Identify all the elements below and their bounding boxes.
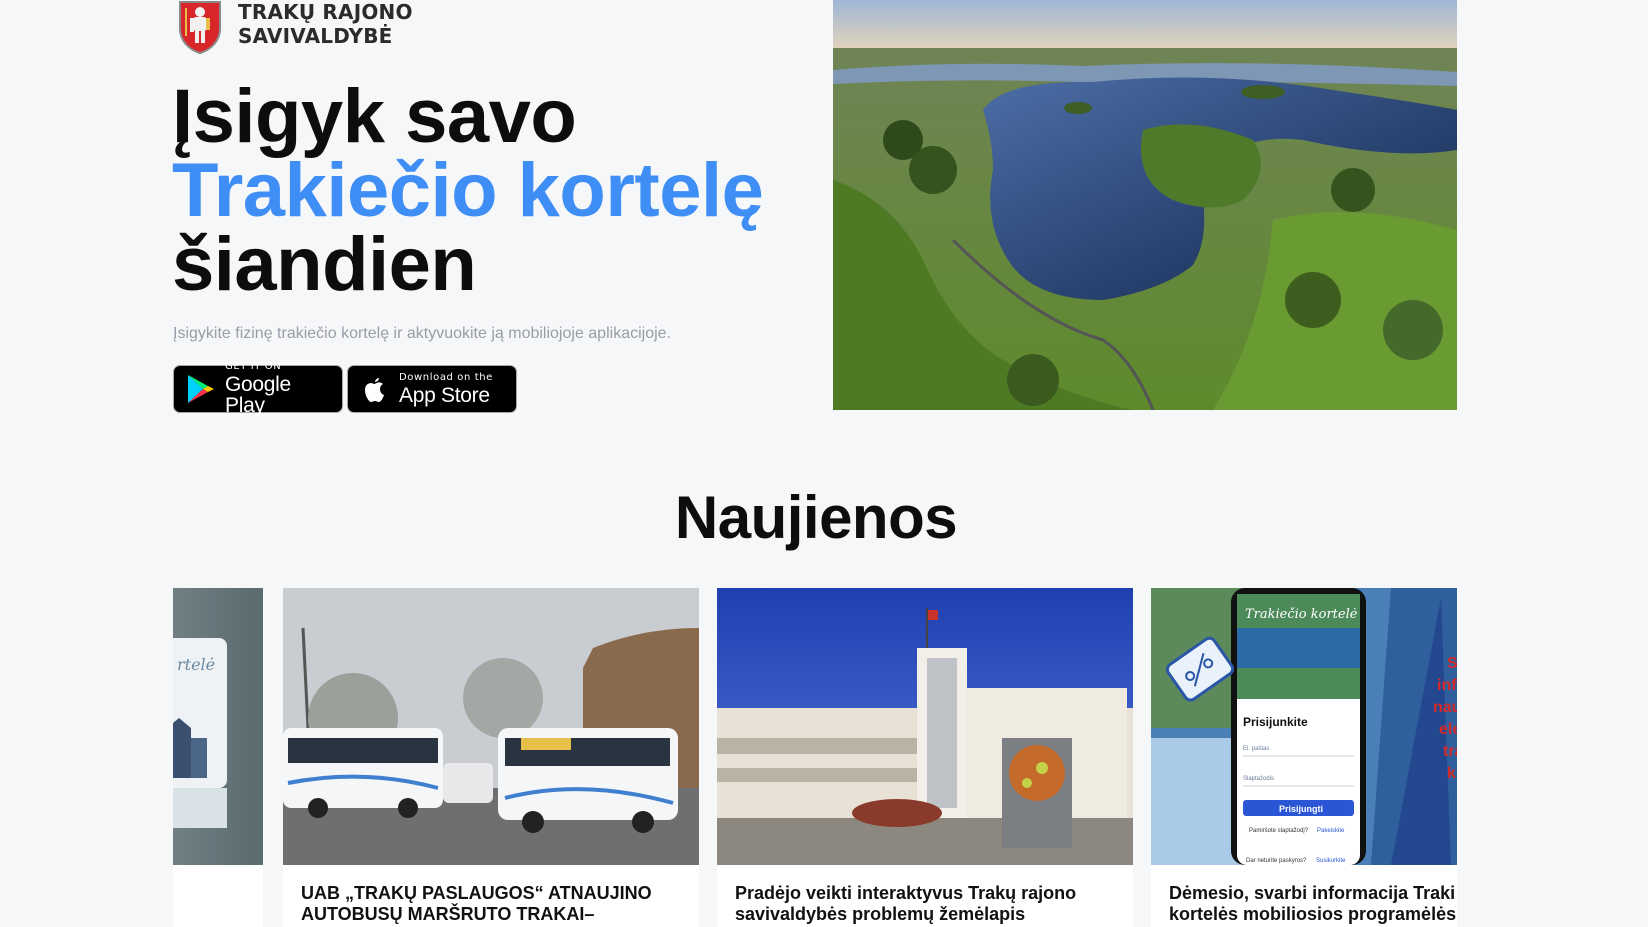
hero-title-accent: Trakiečio kortelę [172,148,764,233]
svg-text:S: S [1447,655,1457,672]
logo-line-2: SAVIVALDYBĖ [238,24,393,48]
svg-text:k: k [1447,765,1456,782]
svg-text:naudo: naudo [1433,699,1457,716]
news-card-title: Dėmesio, svarbi informacija Traki kortel… [1169,883,1457,924]
svg-text:Pakeiskite: Pakeiskite [1317,828,1345,834]
logo-line-1: TRAKŲ RAJONO [238,0,413,24]
news-card-image: Trakiečio kortelė Prisijunkite El. pašta… [1151,588,1457,865]
svg-text:elek: elek [1439,721,1457,738]
hero-image [833,0,1457,410]
coat-of-arms-icon [179,1,221,54]
app-store-small-label: Download on the [399,371,493,383]
news-card[interactable]: UAB „TRAKŲ PASLAUGOS“ ATNAUJINO AUTOBUSŲ… [283,588,699,927]
aerial-lake-image [833,0,1457,410]
svg-text:Slaptažodis: Slaptažodis [1243,776,1274,782]
google-play-icon [188,375,214,403]
apple-icon [365,378,384,402]
app-store-button[interactable]: Download on the App Store [347,365,517,413]
hero-subtitle: Įsigykite fizinę trakiečio kortelę ir ak… [173,325,671,342]
site-logo[interactable]: TRAKŲ RAJONO SAVIVALDYBĖ [176,0,413,56]
news-card[interactable]: Trakiečio kortelė Prisijunkite El. pašta… [1151,588,1457,927]
svg-text:Pamiršote slaptažodį?: Pamiršote slaptažodį? [1249,828,1309,834]
news-card-image: rtelė [173,588,263,865]
svg-text:Susikurkite: Susikurkite [1316,858,1346,864]
page: TRAKŲ RAJONO SAVIVALDYBĖ Įsigyk savo Tra… [0,0,1648,927]
news-card-title: Pradėjo veikti interaktyvus Trakų rajono… [735,883,1077,924]
hero-title: Įsigyk savo Trakiečio kortelę šiandien [172,74,764,307]
logo-text: TRAKŲ RAJONO SAVIVALDYBĖ [238,0,413,48]
app-store-label: App Store [399,383,490,407]
hero-title-line-3: šiandien [172,222,477,307]
google-play-small-label: GET IT ON [225,361,282,372]
news-card[interactable]: Pradėjo veikti interaktyvus Trakų rajono… [717,588,1133,927]
news-card-title: UAB „TRAKŲ PASLAUGOS“ ATNAUJINO AUTOBUSŲ… [301,883,652,924]
news-carousel[interactable]: rtelė UAB „TRAKŲ PASLAUGOS“ ATNAUJINO AU… [173,588,1457,927]
news-heading: Naujienos [674,484,958,551]
phone-login-heading: Prisijunkite [1243,715,1308,729]
news-card-image [283,588,699,865]
phone-brand-text: Trakiečio kortelė [1245,607,1358,622]
news-card[interactable]: rtelė [173,588,263,927]
svg-text:El. paštas: El. paštas [1243,746,1269,752]
svg-text:Dar neturite paskyros?: Dar neturite paskyros? [1246,858,1307,864]
svg-text:tra: tra [1443,743,1457,760]
hero-title-line-1: Įsigyk savo [172,74,577,159]
news-card-image [717,588,1133,865]
svg-text:Prisijungti: Prisijungti [1279,804,1323,814]
google-play-button[interactable]: GET IT ON Google Play [173,361,343,417]
svg-text:info: info [1437,677,1457,694]
store-buttons: GET IT ON Google Play Download on the Ap… [173,361,517,417]
news-card-title [173,865,263,883]
google-play-label: Google Play [225,373,291,417]
card-script-text: rtelė [177,655,215,674]
